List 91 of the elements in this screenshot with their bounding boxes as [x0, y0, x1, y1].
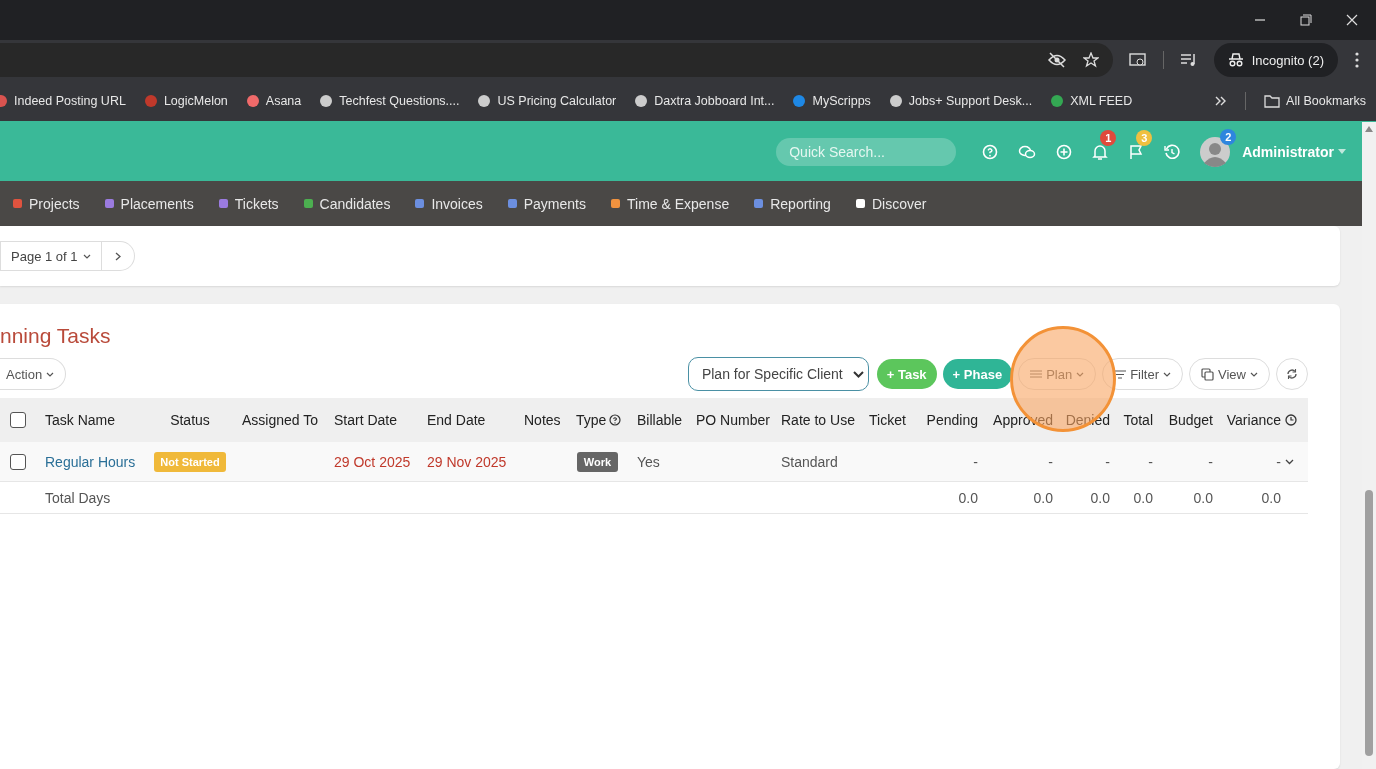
column-header: Variance [1225, 412, 1282, 428]
column-header: Status [169, 412, 211, 428]
tab-search-icon[interactable] [1128, 52, 1147, 68]
star-icon[interactable] [1082, 52, 1099, 68]
total-label: Total Days [44, 489, 112, 506]
chevron-icon [1076, 371, 1085, 377]
refresh-icon [1286, 368, 1298, 380]
bell-icon[interactable] [1092, 143, 1109, 160]
column-header: Ticket [868, 412, 907, 428]
end-date-cell-text: 29 Nov 2025 [426, 453, 508, 470]
chevron-icon [1250, 371, 1258, 377]
filter-icon [1114, 369, 1127, 379]
total-cell-text: 0.0 [1089, 489, 1111, 506]
column-header: Type [567, 412, 628, 428]
eye-slash-icon[interactable] [1046, 52, 1067, 68]
clock-icon [1285, 414, 1297, 426]
column-header: Notes [523, 412, 562, 428]
caret-icon [1338, 149, 1346, 154]
column-header: Task Name [44, 412, 117, 428]
bookmark-link[interactable]: XML FEED [1050, 93, 1133, 108]
all-bookmarks-button[interactable]: All Bookmarks [1264, 93, 1366, 108]
amount-cell-text: - [1147, 453, 1154, 470]
copy-icon [1201, 367, 1215, 381]
nav-item[interactable]: Projects [12, 195, 80, 212]
amount-cell-text: - [972, 453, 979, 470]
bookmark-link[interactable]: Jobs+ Support Desk... [888, 93, 1033, 108]
bookmark-link[interactable]: Asana [245, 93, 302, 108]
nav-item[interactable]: Tickets [217, 195, 279, 212]
rate-cell-text: Standard [780, 453, 839, 470]
restore-icon[interactable] [1300, 14, 1312, 26]
total-cell-text: 0.0 [1132, 489, 1154, 506]
total-cell-text: 0.0 [1260, 489, 1282, 506]
column-header: Rate to Use [780, 412, 856, 428]
chevron-icon [852, 370, 864, 378]
total-cell-text: 0.0 [1192, 489, 1214, 506]
notification-count: 1 [1100, 129, 1117, 146]
column-header: Total [1122, 412, 1154, 428]
type-badge: Work [576, 451, 619, 472]
expand-chevron-icon[interactable] [1285, 458, 1294, 465]
column-header: Budget [1167, 412, 1214, 428]
billable-cell-text: Yes [636, 453, 661, 470]
total-cell-text: 0.0 [957, 489, 979, 506]
nav-item[interactable]: Payments [506, 195, 586, 212]
bookmark-link[interactable]: Daxtra Jobboard Int... [634, 93, 775, 108]
folder-icon [1264, 93, 1281, 108]
nav-item[interactable]: Placements [103, 195, 194, 212]
bookmark-link[interactable]: MyScripps [792, 93, 871, 108]
select-all-checkbox[interactable] [10, 412, 26, 428]
status-badge: Not Started [154, 451, 226, 472]
nav-item[interactable]: Time & Expense [610, 195, 730, 212]
client-select[interactable]: Plan for Specific Client [687, 357, 869, 391]
help-icon[interactable] [609, 414, 622, 426]
column-header: Start Date [333, 412, 399, 428]
column-header: PO Number [695, 412, 771, 428]
column-header: Billable [636, 412, 684, 428]
amount-cell-text: - [1207, 453, 1214, 470]
panel-title: nning Tasks [0, 323, 112, 349]
incognito-icon [1227, 53, 1244, 67]
nav-item[interactable]: Invoices [414, 195, 483, 212]
incognito-button[interactable]: Incognito (2) [1213, 43, 1338, 77]
nav-item[interactable]: Reporting [753, 195, 831, 212]
media-queue-icon[interactable] [1179, 52, 1198, 68]
amount-cell-text: - [1047, 453, 1054, 470]
scrollbar-thumb[interactable] [1365, 490, 1373, 756]
column-header: Pending [925, 412, 979, 428]
amount-cell-text: - [1275, 453, 1282, 470]
bookmark-link[interactable]: Indeed Posting URL [0, 93, 126, 108]
nav-item[interactable]: Candidates [302, 195, 391, 212]
close-icon[interactable] [1346, 14, 1358, 26]
nav-item[interactable]: Discover [854, 195, 927, 212]
sliders-icon [1030, 369, 1043, 379]
total-cell-text: 0.0 [1032, 489, 1054, 506]
chevron-icon [46, 371, 55, 377]
bookmark-link[interactable]: LogicMelon [143, 93, 228, 108]
amount-cell-text: - [1104, 453, 1111, 470]
avatar-count: 2 [1220, 128, 1237, 145]
scrollbar[interactable] [1362, 122, 1376, 769]
chevron-icon [82, 253, 91, 259]
scroll-up-icon[interactable] [1364, 125, 1374, 133]
more-bookmarks-icon[interactable] [1215, 95, 1228, 106]
row-checkbox[interactable] [10, 453, 26, 470]
bookmark-link[interactable]: Techfest Questions.... [319, 93, 460, 108]
menu-icon[interactable] [1354, 52, 1360, 68]
column-header: End Date [426, 412, 487, 428]
chevron-right-icon [114, 251, 121, 261]
chevron-icon [1163, 371, 1172, 377]
column-header: Assigned To [241, 412, 319, 428]
flag-count: 3 [1136, 129, 1153, 146]
start-date-cell-text: 29 Oct 2025 [333, 453, 412, 470]
bookmark-link[interactable]: US Pricing Calculator [477, 93, 617, 108]
task-name-link[interactable]: Regular Hours [36, 453, 145, 470]
